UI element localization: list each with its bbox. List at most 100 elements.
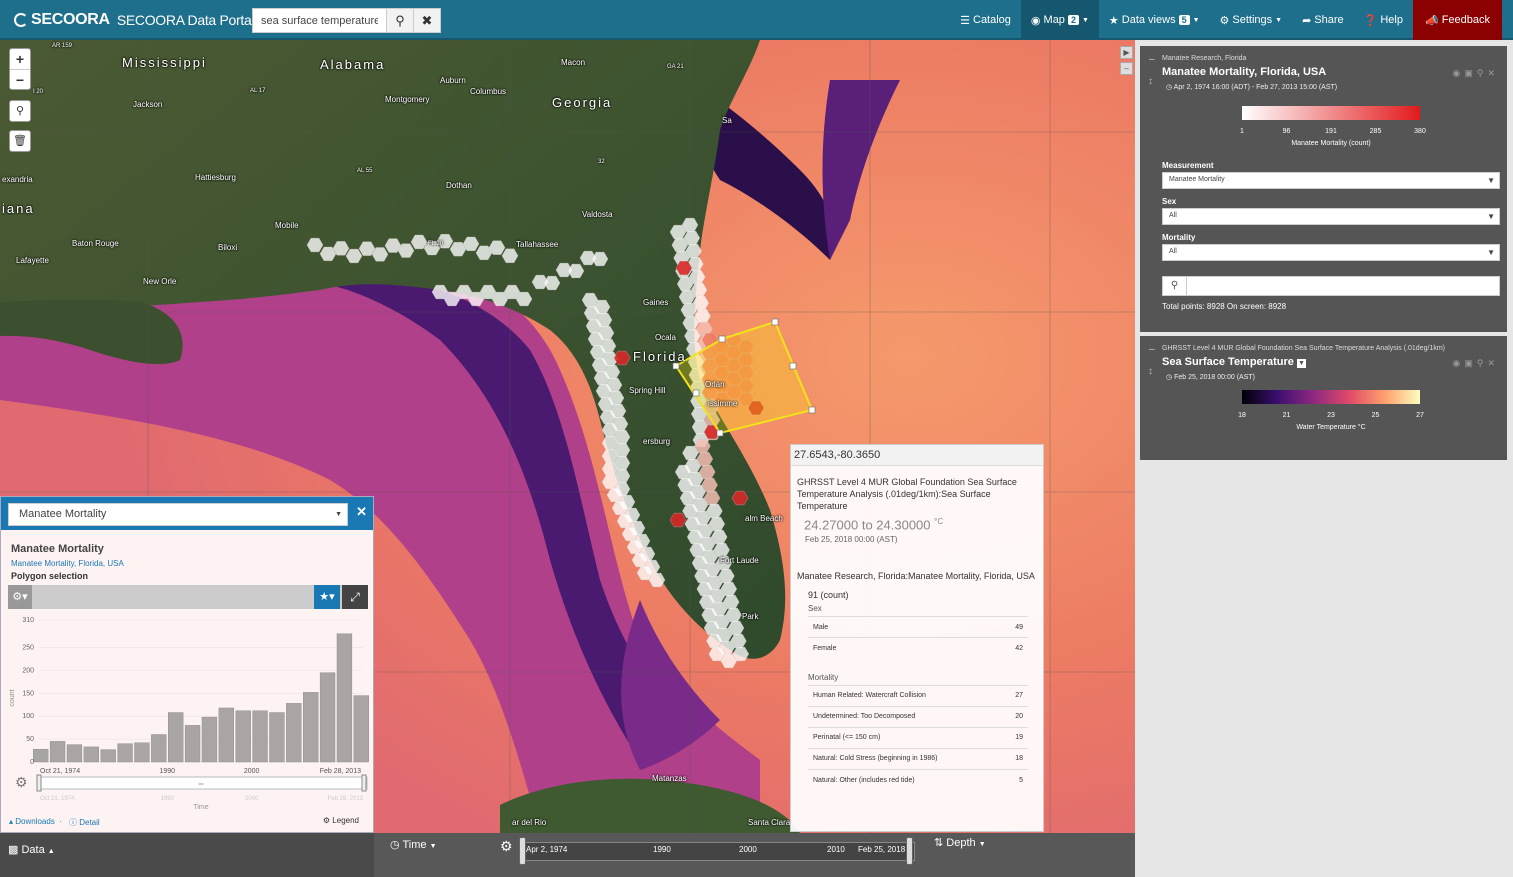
chart-y-axis-label: count: [9, 689, 16, 706]
expand-chart-button[interactable]: ⤢: [342, 585, 368, 609]
collapse-layer-button[interactable]: –: [1149, 344, 1155, 355]
star-icon: ★: [1108, 14, 1119, 27]
table-cell-label: Human Related: Watercraft Collision: [808, 684, 1003, 707]
range-slider-grip[interactable]: ═: [198, 781, 204, 788]
close-data-panel-button[interactable]: ✕: [356, 504, 367, 520]
map-label-road-shield: AR 159: [52, 43, 73, 49]
chevron-right-icon: ▶: [1123, 48, 1130, 57]
downloads-link[interactable]: ▴ Downloads ·: [9, 817, 62, 826]
time-tick: 2000: [739, 845, 757, 854]
collapse-layer-button[interactable]: –: [1149, 54, 1155, 65]
legend-color-bar: [1242, 106, 1420, 120]
close-icon: ✖: [421, 12, 433, 28]
chart-bar: [184, 725, 201, 763]
collapse-panel-button[interactable]: ▶: [1120, 46, 1133, 59]
zoom-icon[interactable]: ⚲: [1477, 358, 1488, 368]
eye-icon[interactable]: ◉: [1452, 68, 1464, 78]
sex-select[interactable]: All ▼: [1162, 208, 1500, 225]
delete-selection-button[interactable]: 🗑: [9, 130, 31, 152]
legend-button[interactable]: ⚙ Legend: [323, 816, 359, 825]
zoom-icon[interactable]: ⚲: [1477, 68, 1488, 78]
range-slider-handle-left[interactable]: [36, 774, 42, 792]
nav-settings[interactable]: ⚙ Settings ▼: [1210, 0, 1293, 40]
range-slider-handle-right[interactable]: [361, 774, 367, 792]
map-label-city: Orlan: [705, 380, 725, 389]
depth-menu-label: Depth: [946, 837, 976, 849]
range-slider-tick-label: 2000: [245, 796, 259, 802]
time-slider-handle-start[interactable]: [519, 837, 526, 865]
popup-coords: 27.6543,-80.3650: [791, 445, 1043, 466]
chart-settings-button[interactable]: ⚙▾: [8, 585, 32, 609]
depth-menu[interactable]: ⇅ Depth ▼: [934, 836, 986, 849]
chart-bar: [235, 710, 251, 763]
nav-share[interactable]: ➦ Share: [1292, 0, 1354, 40]
layers-icon[interactable]: ▣: [1464, 68, 1477, 78]
nav-catalog[interactable]: ☰ Catalog: [950, 0, 1021, 40]
data-panel-toggle[interactable]: ▩ Data ▲: [0, 833, 374, 877]
legend-tick-label: 1: [1240, 128, 1244, 135]
time-start-label: Apr 2, 1974: [526, 845, 568, 854]
detail-link[interactable]: ⓘ Detail: [69, 817, 100, 828]
eye-icon[interactable]: ◉: [1452, 358, 1464, 368]
share-icon: ➦: [1302, 14, 1312, 27]
legend-tick-label: 380: [1414, 128, 1426, 135]
map-label-state: Florida: [633, 349, 687, 364]
layer-actions[interactable]: ◉▣⚲✕: [1452, 68, 1499, 79]
legend-tick-label: 25: [1371, 412, 1380, 419]
chart-bar: [66, 744, 83, 763]
popup-count: 91 (count): [808, 590, 849, 601]
minimize-panel-button[interactable]: –: [1120, 62, 1133, 75]
layer-filter-search[interactable]: ⚲: [1162, 276, 1500, 296]
nav-share-label: Share: [1314, 14, 1344, 26]
layers-icon[interactable]: ▣: [1464, 358, 1477, 368]
table-row: Male 49: [808, 616, 1028, 638]
nav-help[interactable]: ❓ Help: [1354, 0, 1413, 40]
clear-search-button[interactable]: ✖: [414, 8, 441, 33]
chart-bar: [252, 710, 268, 763]
chart-x-tick-label: Feb 28, 2013: [320, 768, 361, 775]
search-button[interactable]: ⚲: [387, 8, 414, 33]
time-settings-button[interactable]: ⚙: [500, 838, 513, 855]
brand-logo[interactable]: SECOORA SECOORA Data Portal: [14, 11, 255, 29]
chart-y-ticks: 0 50 100 150 200 250 310: [22, 617, 34, 766]
drag-handle-icon[interactable]: ↕: [1148, 76, 1153, 87]
nav-feedback[interactable]: 📣 Feedback: [1412, 0, 1502, 40]
zoom-icon: ⚲: [15, 105, 25, 117]
time-slider-track[interactable]: [519, 842, 915, 861]
nav-map[interactable]: ◉ Map 2 ▼: [1020, 0, 1099, 40]
close-icon[interactable]: ✕: [1487, 358, 1499, 368]
map-label-state: Georgia: [552, 95, 613, 110]
sex-select-value: All: [1169, 212, 1177, 219]
mortality-select[interactable]: All ▼: [1162, 244, 1500, 261]
sort-icon: ⇅: [934, 837, 944, 849]
time-menu[interactable]: ◷ Time ▼: [390, 838, 437, 851]
measurement-select[interactable]: Manatee Mortality ▼: [1162, 172, 1500, 189]
caret-square-icon[interactable]: ▼: [1296, 359, 1306, 368]
range-slider-ticks: 1990 2000: [161, 796, 259, 802]
mortality-label: Mortality: [1162, 233, 1196, 242]
close-icon[interactable]: ✕: [1487, 68, 1499, 78]
drag-handle-icon[interactable]: ↕: [1148, 366, 1153, 377]
table-cell-value: 20: [1002, 705, 1028, 728]
layer-time-range: ◷ Apr 2, 1974 16:00 (ADT) - Feb 27, 2013…: [1166, 84, 1338, 91]
chart-options-gear[interactable]: ⚙: [15, 774, 28, 791]
gear-icon: ⚙: [322, 816, 331, 825]
chart-bar: [303, 692, 319, 763]
time-slider[interactable]: Apr 2, 1974 1990 2000 2010 Feb 25, 2018: [519, 837, 915, 866]
favorite-button[interactable]: ★▾: [314, 585, 340, 609]
zoom-extent-button[interactable]: ⚲: [9, 100, 31, 122]
chevron-down-icon: ▼: [1487, 248, 1495, 257]
zoom-out-button[interactable]: −: [10, 69, 30, 89]
chart-toolbar: ⚙▾ ★▾ ⤢: [8, 585, 368, 609]
nav-data-views[interactable]: ★ Data views 5 ▼: [1099, 0, 1210, 40]
layers-panel: – ↕ Manatee Research, Florida Manatee Mo…: [1135, 40, 1513, 833]
layer-actions[interactable]: ◉▣⚲✕: [1452, 358, 1499, 369]
search-input[interactable]: [252, 8, 387, 33]
dataset-link[interactable]: Manatee Mortality, Florida, USA: [11, 559, 124, 568]
zoom-in-button[interactable]: +: [10, 49, 30, 69]
map-label-city: Matanzas: [652, 774, 687, 783]
map-label-city: Dothan: [446, 181, 472, 190]
time-slider-handle-end[interactable]: [906, 837, 913, 865]
dataset-select[interactable]: Manatee Mortality ▼: [8, 503, 348, 526]
map-label-city: alm Beach: [745, 514, 783, 523]
